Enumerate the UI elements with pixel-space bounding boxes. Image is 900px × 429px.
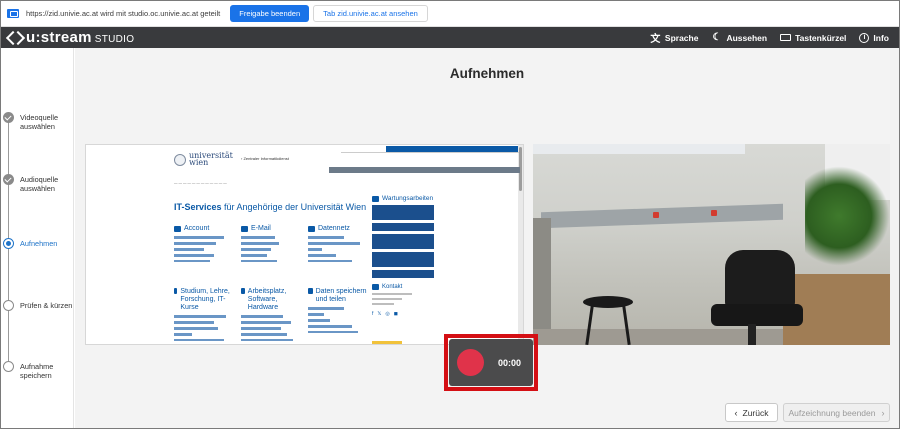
camera-preview bbox=[533, 144, 890, 345]
step-label: Prüfen & kürzen bbox=[20, 301, 73, 310]
graduation-cap-icon bbox=[174, 288, 178, 294]
info-label: Info bbox=[873, 32, 889, 43]
preview-maintenance-aside: Wartungsarbeiten bbox=[372, 195, 434, 278]
contact-title: Kontakt bbox=[382, 284, 403, 290]
info-icon: i bbox=[859, 32, 870, 43]
back-button[interactable]: ‹ Zurück bbox=[725, 403, 778, 422]
preview-heading: IT-Services für Angehörige der Universit… bbox=[174, 202, 366, 212]
chevron-left-icon: ‹ bbox=[734, 407, 738, 418]
logo-suffix: STUDIO bbox=[94, 33, 135, 45]
page-title: Aufnehmen bbox=[449, 66, 525, 81]
step-save[interactable]: Aufnahme speichern bbox=[3, 361, 65, 380]
user-icon bbox=[174, 226, 181, 232]
end-recording-label: Aufzeichnung beenden bbox=[788, 407, 876, 418]
logo-text: u:stream bbox=[26, 29, 92, 46]
step-review[interactable]: Prüfen & kürzen bbox=[3, 300, 72, 311]
step-sidebar: Videoquelle auswählen Audioquelle auswäh… bbox=[1, 48, 74, 428]
preview-breadcrumb: — — — — — — — — — — — — bbox=[174, 181, 227, 185]
share-message: https://zid.univie.ac.at wird mit studio… bbox=[26, 9, 221, 18]
chevron-right-icon: › bbox=[881, 407, 885, 418]
section-title: Datennetz bbox=[318, 225, 350, 232]
section-title: Arbeitsplatz, Software, Hardware bbox=[247, 288, 287, 311]
header-nav: 文 Sprache ☾ Aussehen Tastenkürzel i Info bbox=[637, 30, 889, 45]
preview-section-workplace: Arbeitsplatz, Software, Hardware bbox=[241, 288, 303, 342]
contact-icon bbox=[372, 284, 379, 290]
active-step-icon bbox=[3, 238, 14, 249]
preview-section-network: Datennetz bbox=[308, 225, 370, 263]
gear-icon bbox=[372, 195, 379, 202]
preview-top-nav bbox=[329, 167, 520, 173]
preview-search-button bbox=[386, 146, 518, 152]
check-icon bbox=[3, 112, 14, 123]
preview-heading-rest: für Angehörige der Universität Wien bbox=[221, 202, 367, 212]
preview-top-link: › Zentraler Informatikdienst bbox=[241, 156, 289, 161]
appearance-button[interactable]: ☾ Aussehen bbox=[711, 32, 767, 43]
back-label: Zurück bbox=[742, 407, 769, 418]
preview-university-name: universität wien bbox=[189, 151, 233, 167]
step-label: Audioquelle auswählen bbox=[20, 175, 59, 193]
preview-top-link-text: Zentraler Informatikdienst bbox=[243, 156, 289, 161]
language-button[interactable]: 文 Sprache bbox=[650, 30, 699, 46]
step-label: Aufnehmen bbox=[20, 239, 58, 248]
logo-mark-icon bbox=[7, 32, 23, 44]
stop-sharing-button[interactable]: Freigabe beenden bbox=[230, 5, 310, 22]
screen-share-icon bbox=[7, 9, 19, 18]
step-record[interactable]: Aufnehmen bbox=[3, 238, 57, 249]
app-header: u:stream STUDIO 文 Sprache ☾ Aussehen Tas… bbox=[1, 27, 899, 48]
preview-contact: Kontakt f 𝕏 ◎ ◼ bbox=[372, 284, 434, 317]
view-tab-button[interactable]: Tab zid.univie.ac.at ansehen bbox=[313, 5, 428, 22]
language-label: Sprache bbox=[664, 32, 699, 43]
aside-title: Wartungsarbeiten bbox=[382, 195, 434, 202]
preview-section-email: E-Mail bbox=[241, 225, 303, 263]
university-seal-icon bbox=[174, 153, 186, 166]
check-icon bbox=[3, 174, 14, 185]
appearance-label: Aussehen bbox=[726, 32, 768, 43]
recording-timer: 00:00 bbox=[498, 357, 522, 368]
social-icons: f 𝕏 ◎ ◼ bbox=[372, 311, 398, 317]
screen-preview: universität wien › Zentraler Informatikd… bbox=[85, 144, 524, 345]
ustream-logo[interactable]: u:stream STUDIO bbox=[7, 29, 134, 46]
step-video-source[interactable]: Videoquelle auswählen bbox=[3, 112, 72, 131]
pending-step-icon bbox=[3, 361, 14, 372]
preview-section-studies: Studium, Lehre, Forschung, IT-Kurse bbox=[174, 288, 236, 342]
end-recording-button[interactable]: Aufzeichnung beenden › bbox=[783, 403, 890, 422]
step-label: Aufnahme speichern bbox=[20, 362, 54, 380]
section-title: E-Mail bbox=[251, 225, 271, 232]
cloud-icon bbox=[308, 288, 313, 294]
section-title: Studium, Lehre, Forschung, IT-Kurse bbox=[180, 288, 230, 311]
shortcuts-button[interactable]: Tastenkürzel bbox=[780, 33, 846, 43]
preview-scrollbar bbox=[518, 145, 523, 344]
step-audio-source[interactable]: Audioquelle auswählen bbox=[3, 174, 72, 193]
section-title: Daten speichern und teilen bbox=[315, 288, 367, 303]
record-button[interactable] bbox=[457, 349, 484, 376]
moon-icon: ☾ bbox=[712, 32, 722, 43]
keyboard-icon bbox=[780, 34, 792, 41]
wifi-icon bbox=[308, 226, 315, 232]
preview-section-account: Account bbox=[174, 225, 236, 263]
section-title: Account bbox=[184, 225, 210, 232]
pending-step-icon bbox=[3, 300, 14, 311]
info-button[interactable]: i Info bbox=[859, 32, 889, 43]
mail-icon bbox=[241, 226, 248, 232]
shortcuts-label: Tastenkürzel bbox=[795, 32, 847, 43]
recording-controls: 00:00 bbox=[449, 339, 533, 386]
screen-share-bar: https://zid.univie.ac.at wird mit studio… bbox=[1, 1, 899, 27]
step-label: Videoquelle auswählen bbox=[20, 113, 59, 131]
translate-icon: 文 bbox=[650, 34, 661, 45]
monitor-icon bbox=[241, 288, 245, 294]
preview-heading-bold: IT-Services bbox=[174, 202, 222, 212]
preview-banner bbox=[372, 341, 402, 344]
preview-university-logo: universität wien bbox=[174, 151, 233, 167]
preview-section-storage: Daten speichern und teilen bbox=[308, 288, 370, 334]
